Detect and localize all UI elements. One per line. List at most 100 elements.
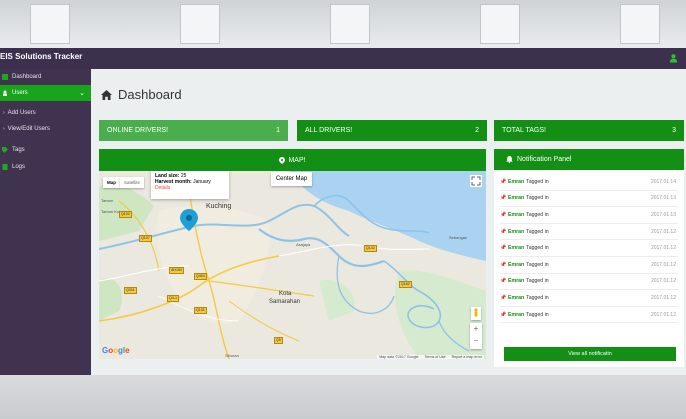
road-shield: AH150 [169,267,184,274]
google-map[interactable]: Map Satellite Land size: 25 Harvest mont… [99,171,486,359]
notification-row[interactable]: 📌 Emran Tagged in 2017.01.12 [500,224,678,241]
notification-date: 2017.01.13 [650,195,676,202]
street-view-pegman-icon[interactable] [471,307,481,320]
notification-text: Tagged in [526,294,549,301]
center-map-button[interactable]: Center Map [271,172,312,186]
zoom-in-button[interactable]: + [470,323,482,335]
bell-icon [506,156,513,163]
notification-row[interactable]: 📌 Emran Tagged in 2017.01.13 [500,191,678,208]
sidebar-item-dashboard[interactable]: Dashboard [0,69,91,85]
map-label-kota: Kota [279,291,292,297]
map-type-control[interactable]: Map Satellite [103,177,145,188]
map-type-satellite-button[interactable]: Satellite [120,177,145,188]
notification-date: 2017.01.12 [650,261,676,268]
fullscreen-icon[interactable] [470,175,482,187]
chevron-right-icon: › [3,126,5,132]
sidebar-item-label: Tags [12,147,25,153]
map-label-siburan: Siburan [225,353,239,358]
zoom-control[interactable]: + − [470,323,482,349]
notification-text: Tagged in [526,178,549,185]
sidebar-item-tags[interactable]: Tags [0,142,91,158]
stat-all-drivers[interactable]: ALL DRIVERS! 2 [297,120,487,141]
map-label-asajaya: Asajaya [296,242,311,247]
brand-title[interactable]: EIS Solutions Tracker [0,52,82,61]
road-shield: Q4-1 [167,295,179,302]
notification-user[interactable]: Emran [508,295,524,301]
stat-label: ALL DRIVERS! [305,127,353,134]
sidebar-item-label: Dashboard [12,74,42,80]
pin-icon: 📌 [500,211,507,218]
page-title-text: Dashboard [118,87,182,102]
map-label-taman: Taman [101,198,114,203]
background-window [620,4,660,44]
background-window [30,4,70,44]
map-panel-header: MAP! [99,149,486,171]
terms-of-use-link[interactable]: Terms of Use [424,355,445,359]
chevron-down-icon[interactable]: ⌄ [79,89,85,97]
view-all-notifications-button[interactable]: View all notificatin [504,347,676,361]
pin-icon: 📌 [500,245,507,252]
sidebar-subitem-view-edit-users[interactable]: › View/Edit Users [0,122,91,136]
notification-user[interactable]: Emran [508,312,524,318]
notification-row[interactable]: 📌 Emran Tagged in 2017.01.13 [500,207,678,224]
google-logo: Google [102,346,130,355]
pin-icon: 📌 [500,294,507,301]
sidebar-item-label: Users [12,90,28,96]
zoom-out-button[interactable]: − [470,335,482,347]
report-map-error-link[interactable]: Report a map error [452,355,482,359]
notification-row[interactable]: 📌 Emran Tagged in 2017.01.12 [500,274,678,291]
notification-row[interactable]: 📌 Emran Tagged in 2017.01.12 [500,307,678,324]
logs-icon [2,164,8,170]
notification-row[interactable]: 📌 Emran Tagged in 2017.01.12 [500,257,678,274]
notification-row[interactable]: 📌 Emran Tagged in 2017.01.14 [500,174,678,191]
sidebar: Dashboard Users ⌄ › Add Users › View/Edi… [0,69,91,375]
pin-icon: 📌 [500,261,507,268]
map-canvas [99,171,486,359]
background-window [480,4,520,44]
background-window [180,4,220,44]
notification-user[interactable]: Emran [508,229,524,235]
map-type-map-button[interactable]: Map [103,177,120,188]
sidebar-subitem-add-users[interactable]: › Add Users [0,106,91,120]
harvest-month-value: January [193,179,211,185]
map-marker-icon [279,156,286,164]
sidebar-item-users[interactable]: Users ⌄ [0,85,91,101]
notification-text: Tagged in [526,195,549,202]
home-icon [101,89,112,100]
stat-total-tags[interactable]: TOTAL TAGS! 3 [494,120,684,141]
road-shield: Q404 [194,273,207,280]
notification-user[interactable]: Emran [508,262,524,268]
user-icon[interactable] [669,53,678,63]
notification-user[interactable]: Emran [508,245,524,251]
notification-row[interactable]: 📌 Emran Tagged in 2017.01.12 [500,290,678,307]
notification-panel: Notification Panel 📌 Emran Tagged in 201… [494,149,684,367]
notification-date: 2017.01.12 [650,294,676,301]
notification-date: 2017.01.12 [650,245,676,252]
notification-user[interactable]: Emran [508,195,524,201]
pin-icon: 📌 [500,178,507,185]
pin-icon: 📌 [500,278,507,285]
road-shield: Q142 [364,245,377,252]
stat-value: 3 [672,127,676,134]
notification-user[interactable]: Emran [508,179,524,185]
notification-date: 2017.01.12 [650,278,676,285]
notification-user[interactable]: Emran [508,212,524,218]
stat-label: ONLINE DRIVERS! [107,127,169,134]
details-link[interactable]: Details [155,185,225,191]
notification-text: Tagged in [526,245,549,252]
sidebar-subitem-label: Add Users [7,110,36,116]
road-shield: Q101 [194,307,207,314]
notification-date: 2017.01.12 [650,228,676,235]
tag-icon [2,147,8,153]
stat-online-drivers[interactable]: ONLINE DRIVERS! 1 [99,120,288,141]
notification-list: 📌 Emran Tagged in 2017.01.14 📌 Emran Tag… [500,174,678,324]
notification-row[interactable]: 📌 Emran Tagged in 2017.01.12 [500,240,678,257]
notification-text: Tagged in [526,228,549,235]
stat-value: 1 [276,127,280,134]
notification-date: 2017.01.14 [650,178,676,185]
notification-user[interactable]: Emran [508,278,524,284]
sidebar-item-label: Logs [12,164,26,170]
app-window: EIS Solutions Tracker Dashboard Users ⌄ … [0,48,686,375]
map-label-samarahan: Samarahan [269,299,301,305]
sidebar-item-logs[interactable]: Logs [0,159,91,175]
